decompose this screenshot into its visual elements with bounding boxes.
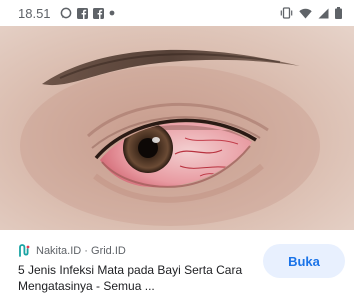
- status-bar: 18.51: [0, 0, 354, 26]
- clock: 18.51: [18, 5, 51, 21]
- signal-icon: [318, 8, 329, 19]
- status-right: [280, 7, 342, 19]
- notification-dot-icon: [109, 10, 115, 16]
- open-button[interactable]: Buka: [263, 244, 345, 278]
- facebook-icon: [76, 7, 88, 19]
- result-title[interactable]: 5 Jenis Infeksi Mata pada Bayi Serta Car…: [18, 262, 248, 294]
- result-image[interactable]: [0, 26, 354, 230]
- eye-photo: [0, 26, 354, 230]
- result-source: Nakita.ID · Grid.ID: [18, 243, 126, 259]
- site-favicon-icon: [18, 244, 30, 258]
- whatsapp-icon: [60, 7, 72, 19]
- wifi-icon: [299, 8, 312, 19]
- result-title-line-2: Mengatasinya - Semua ...: [18, 279, 155, 293]
- result-title-line-1: 5 Jenis Infeksi Mata pada Bayi Serta Car…: [18, 263, 243, 277]
- vibrate-icon: [280, 7, 293, 19]
- facebook-icon: [92, 7, 104, 19]
- status-left: 18.51: [18, 6, 280, 21]
- source-label: Nakita.ID · Grid.ID: [36, 245, 126, 257]
- battery-icon: [335, 7, 342, 19]
